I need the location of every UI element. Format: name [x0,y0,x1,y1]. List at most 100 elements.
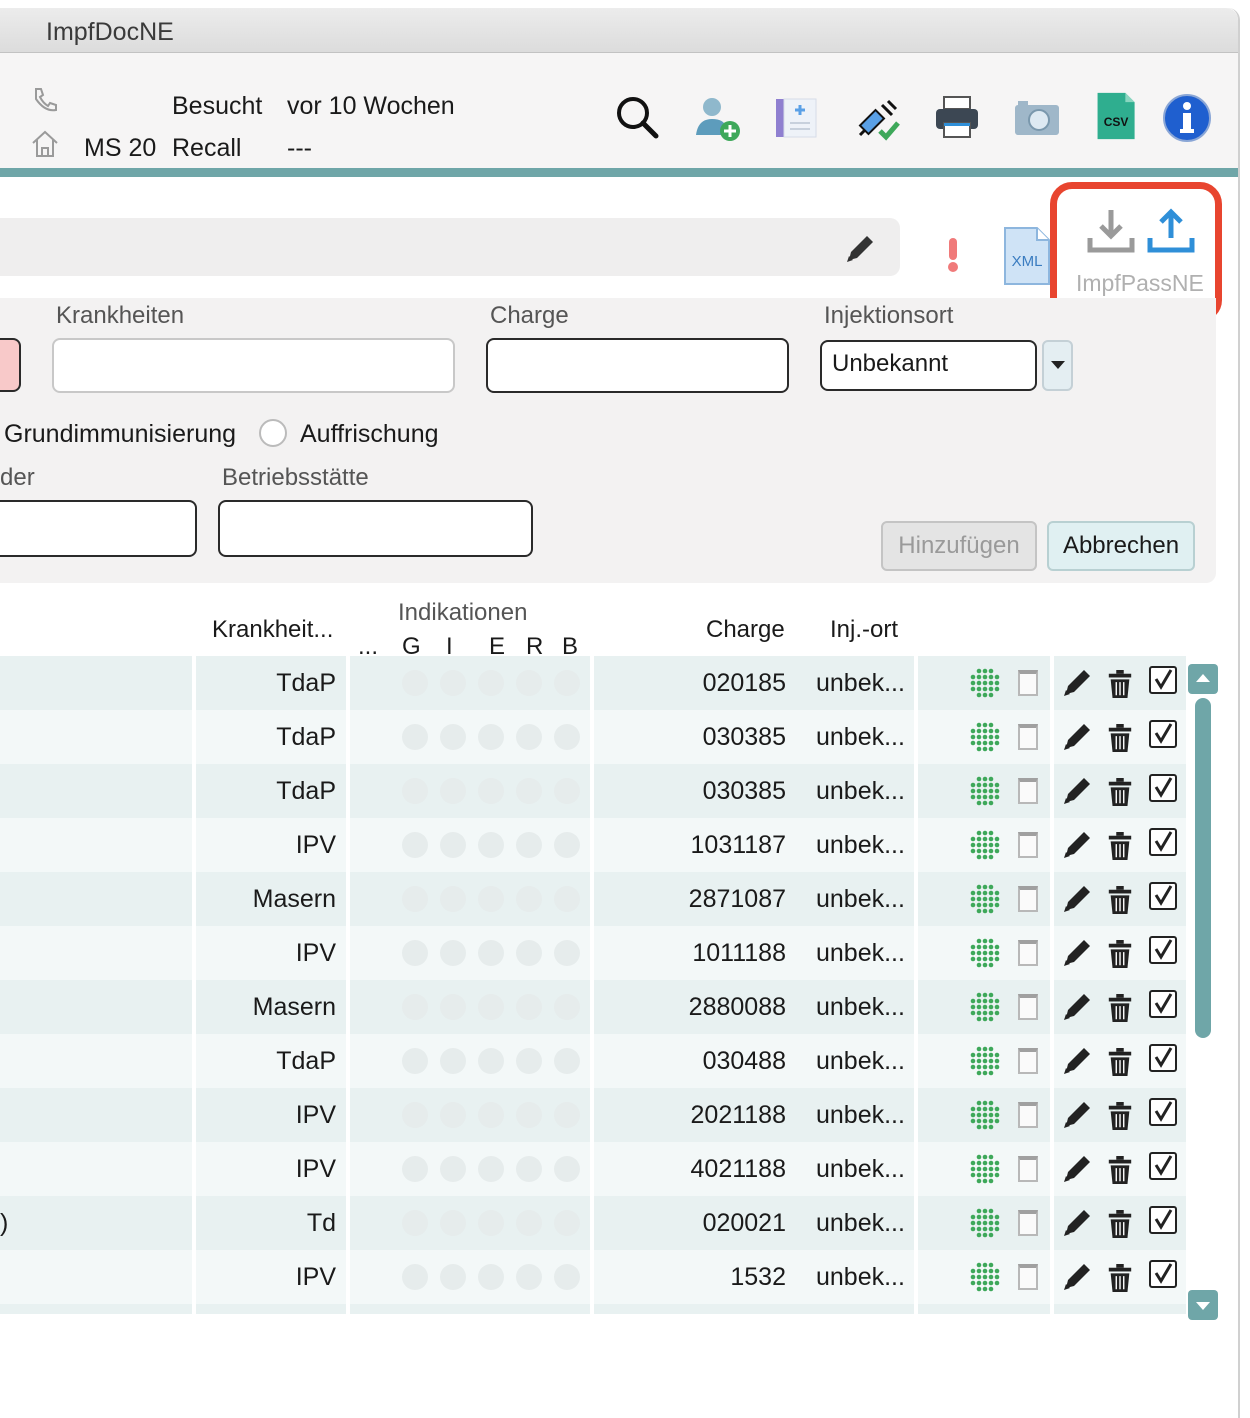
select-checkbox-icon[interactable] [1148,989,1178,1024]
note-icon[interactable] [1018,1048,1038,1074]
gear-indication-icon[interactable] [402,940,428,966]
table-row[interactable]: Masern 2871087 unbek... [0,872,1186,926]
flame-indication-icon[interactable] [440,886,466,912]
add-patient-icon[interactable] [692,93,742,143]
flame-indication-icon[interactable] [440,832,466,858]
note-icon[interactable] [1018,940,1038,966]
search-icon[interactable] [612,93,662,143]
col-krankheiten[interactable]: Krankheit... [212,616,333,644]
flame-indication-icon[interactable] [440,1156,466,1182]
table-row[interactable]: Masern 2880088 unbek... [0,980,1186,1034]
cancel-button[interactable]: Abbrechen [1047,521,1195,571]
pregnancy-indication-icon[interactable] [478,1048,504,1074]
new-record-icon[interactable] [772,93,822,143]
scroll-thumb[interactable] [1195,698,1211,1038]
delete-trash-icon[interactable] [1106,1154,1134,1191]
note-icon[interactable] [1018,670,1038,696]
delete-trash-icon[interactable] [1106,722,1134,759]
edit-pencil-icon[interactable] [1060,1098,1094,1137]
note-icon[interactable] [1018,994,1038,1020]
edit-pencil-icon[interactable] [1060,720,1094,759]
travel-indication-icon[interactable] [516,940,542,966]
pregnancy-indication-icon[interactable] [478,670,504,696]
virus-icon[interactable] [968,720,1002,754]
flame-indication-icon[interactable] [440,1048,466,1074]
virus-icon[interactable] [968,936,1002,970]
edit-pencil-icon[interactable] [1060,990,1094,1029]
pregnancy-indication-icon[interactable] [478,1210,504,1236]
tools-indication-icon[interactable] [554,724,580,750]
print-icon[interactable] [932,93,982,143]
table-row[interactable]: TdaP 030385 unbek... [0,764,1186,818]
injektionsort-dropdown-button[interactable] [1042,340,1073,391]
travel-indication-icon[interactable] [516,886,542,912]
select-checkbox-icon[interactable] [1148,773,1178,808]
tools-indication-icon[interactable] [554,940,580,966]
gear-indication-icon[interactable] [402,724,428,750]
gear-indication-icon[interactable] [402,886,428,912]
note-icon[interactable] [1018,1264,1038,1290]
tools-indication-icon[interactable] [554,886,580,912]
edit-pencil-icon[interactable] [1060,1260,1094,1299]
delete-trash-icon[interactable] [1106,668,1134,705]
col-charge[interactable]: Charge [706,616,785,644]
table-row[interactable]: TdaP 030488 unbek... [0,1034,1186,1088]
select-checkbox-icon[interactable] [1148,1151,1178,1186]
required-field[interactable] [0,338,21,392]
pregnancy-indication-icon[interactable] [478,940,504,966]
note-icon[interactable] [1018,1156,1038,1182]
pregnancy-indication-icon[interactable] [478,778,504,804]
delete-trash-icon[interactable] [1106,992,1134,1029]
scroll-down-button[interactable] [1188,1290,1218,1320]
flame-indication-icon[interactable] [440,670,466,696]
col-injort[interactable]: Inj.-ort [830,616,898,644]
note-icon[interactable] [1018,1210,1038,1236]
travel-indication-icon[interactable] [516,670,542,696]
select-checkbox-icon[interactable] [1148,827,1178,862]
upload-icon[interactable] [1146,206,1196,258]
tools-indication-icon[interactable] [554,1048,580,1074]
tools-indication-icon[interactable] [554,1264,580,1290]
flame-indication-icon[interactable] [440,778,466,804]
betriebsstaette-input[interactable] [218,500,533,557]
virus-icon[interactable] [968,774,1002,808]
edit-pencil-icon[interactable] [1060,828,1094,867]
travel-indication-icon[interactable] [516,994,542,1020]
tools-indication-icon[interactable] [554,1102,580,1128]
gear-indication-icon[interactable] [402,1210,428,1236]
gear-indication-icon[interactable] [402,1156,428,1182]
pregnancy-indication-icon[interactable] [478,832,504,858]
table-row[interactable]: TdaP 030385 unbek... [0,710,1186,764]
table-row[interactable]: IPV 2021188 unbek... [0,1088,1186,1142]
flame-indication-icon[interactable] [440,1102,466,1128]
table-scrollbar[interactable] [1186,664,1218,1320]
flame-indication-icon[interactable] [440,1264,466,1290]
select-checkbox-icon[interactable] [1148,1259,1178,1294]
edit-pencil-icon[interactable] [1060,774,1094,813]
tools-indication-icon[interactable] [554,994,580,1020]
tools-indication-icon[interactable] [554,778,580,804]
auffrischung-radio[interactable] [259,419,287,447]
virus-icon[interactable] [968,882,1002,916]
delete-trash-icon[interactable] [1106,776,1134,813]
delete-trash-icon[interactable] [1106,938,1134,975]
table-row[interactable]: IPV 1031187 unbek... [0,818,1186,872]
pencil-icon[interactable] [843,232,877,266]
note-icon[interactable] [1018,724,1038,750]
select-checkbox-icon[interactable] [1148,935,1178,970]
flame-indication-icon[interactable] [440,940,466,966]
pregnancy-indication-icon[interactable] [478,994,504,1020]
table-row[interactable]: IPV 1532 unbek... [0,1250,1186,1304]
gear-indication-icon[interactable] [402,1264,428,1290]
virus-icon[interactable] [968,828,1002,862]
gear-indication-icon[interactable] [402,1102,428,1128]
edit-pencil-icon[interactable] [1060,666,1094,705]
select-checkbox-icon[interactable] [1148,1097,1178,1132]
virus-icon[interactable] [968,1044,1002,1078]
delete-trash-icon[interactable] [1106,1262,1134,1299]
virus-icon[interactable] [968,990,1002,1024]
table-row[interactable]: ) Td 020021 unbek... [0,1196,1186,1250]
delete-trash-icon[interactable] [1106,1100,1134,1137]
table-row[interactable]: TdaP 020185 unbek... [0,656,1186,710]
table-row[interactable]: IPV 4021188 unbek... [0,1142,1186,1196]
